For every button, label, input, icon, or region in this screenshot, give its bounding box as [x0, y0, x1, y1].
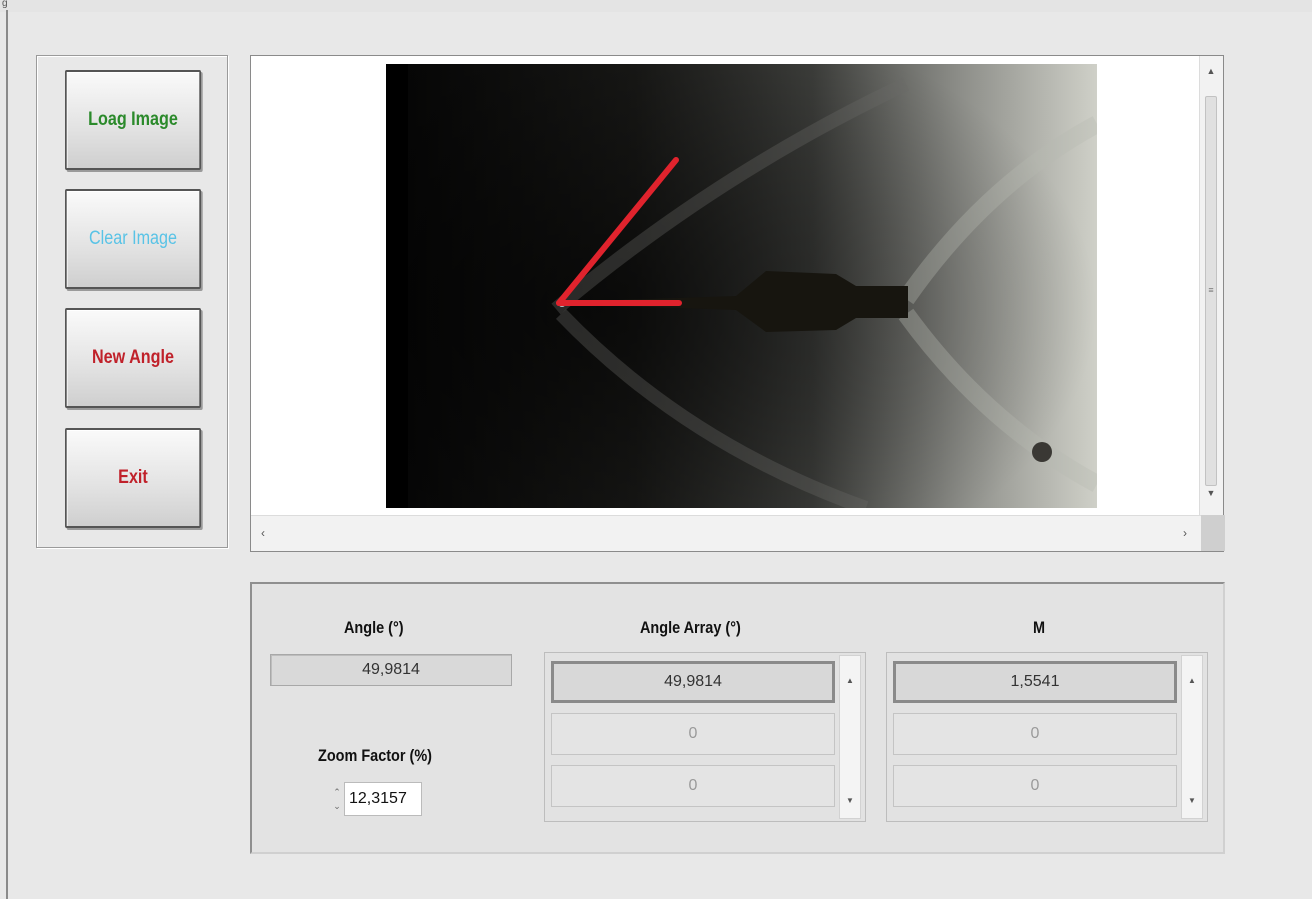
title-strip: g	[0, 0, 1312, 12]
load-image-button[interactable]: Loag Image	[65, 70, 201, 170]
angle-array-element[interactable]: 0	[551, 765, 835, 807]
zoom-factor-label: Zoom Factor (%)	[318, 746, 432, 765]
exit-button[interactable]: Exit	[65, 428, 201, 528]
scroll-up-arrow-icon[interactable]: ▲	[1182, 676, 1202, 685]
grip-icon: ≡	[1208, 285, 1214, 295]
schlieren-image[interactable]	[386, 64, 1097, 508]
m-array[interactable]: 1,5541 0 0 ▲ ▼	[886, 652, 1208, 822]
angle-array[interactable]: 49,9814 0 0 ▲ ▼	[544, 652, 866, 822]
angle-label: Angle (°)	[344, 618, 404, 637]
scrollbar-corner	[1201, 515, 1225, 551]
zoom-factor-control[interactable]: ⌃ ⌄ 12,3157	[330, 782, 422, 816]
scroll-down-arrow-icon[interactable]: ▼	[1200, 488, 1222, 498]
window-title-fragment: g	[2, 0, 8, 9]
m-array-element[interactable]: 1,5541	[893, 661, 1177, 703]
m-array-element[interactable]: 0	[893, 713, 1177, 755]
increment-icon[interactable]: ⌃	[333, 785, 341, 799]
angle-array-scrollbar[interactable]: ▲ ▼	[839, 655, 861, 819]
scroll-left-arrow-icon[interactable]: ‹	[261, 526, 265, 540]
application-window: g Loag Image Clear Image New Angle Exit	[0, 0, 1312, 899]
new-angle-button[interactable]: New Angle	[65, 308, 201, 408]
decrement-icon[interactable]: ⌄	[333, 799, 341, 813]
angle-array-label: Angle Array (°)	[640, 618, 741, 637]
zoom-spinner[interactable]: ⌃ ⌄	[330, 782, 344, 816]
m-array-scrollbar[interactable]: ▲ ▼	[1181, 655, 1203, 819]
image-display[interactable]: ▲ ≡ ▼ ‹ ›	[250, 55, 1225, 552]
scroll-right-arrow-icon[interactable]: ›	[1183, 526, 1187, 540]
button-panel: Loag Image Clear Image New Angle Exit	[36, 55, 228, 548]
angle-array-element[interactable]: 0	[551, 713, 835, 755]
scroll-up-arrow-icon[interactable]: ▲	[1200, 66, 1222, 76]
window-left-border	[6, 10, 8, 899]
results-panel: Angle (°) 49,9814 Zoom Factor (%) ⌃ ⌄ 12…	[250, 582, 1225, 854]
angle-indicator: 49,9814	[270, 654, 512, 686]
vertical-scrollbar[interactable]: ▲ ≡ ▼	[1199, 56, 1223, 516]
m-label: M	[1033, 618, 1046, 637]
shock-wave-photo	[386, 64, 1097, 508]
zoom-factor-input[interactable]: 12,3157	[344, 782, 422, 816]
vertical-scroll-thumb[interactable]: ≡	[1205, 96, 1217, 486]
m-array-element[interactable]: 0	[893, 765, 1177, 807]
clear-image-button[interactable]: Clear Image	[65, 189, 201, 289]
scroll-up-arrow-icon[interactable]: ▲	[840, 676, 860, 685]
scroll-down-arrow-icon[interactable]: ▼	[840, 796, 860, 805]
horizontal-scrollbar[interactable]: ‹ ›	[251, 515, 1225, 551]
scroll-down-arrow-icon[interactable]: ▼	[1182, 796, 1202, 805]
angle-array-element[interactable]: 49,9814	[551, 661, 835, 703]
